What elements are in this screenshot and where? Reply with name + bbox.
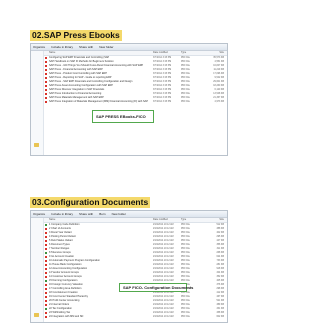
pdf-file-icon [45,303,48,307]
pdf-file-icon [45,267,48,271]
toolbar-button[interactable]: Include in library [51,44,73,50]
toolbar-button[interactable]: Burn [99,211,105,217]
pdf-file-icon [45,307,48,311]
pdf-file-icon [45,311,48,315]
pdf-file-icon [45,84,48,88]
pdf-file-icon [45,271,48,275]
pdf-file-icon [45,315,48,319]
pdf-file-icon [45,259,48,263]
column-header-0[interactable]: Name [49,51,55,55]
pdf-file-icon [45,72,48,76]
pdf-file-icon [45,275,48,279]
file-size: 4,973 KB [214,101,224,103]
column-header-1[interactable]: Date modified [153,51,168,55]
pdf-file-icon [45,64,48,68]
navigation-pane[interactable] [31,218,44,322]
config-callout: SAP FICO- Configuration Documents [119,283,193,292]
pdf-file-icon [45,287,48,291]
explorer-window-ebooks: Organize Include in library Share with New … [30,43,228,156]
toolbar-button[interactable]: Organize [33,211,45,217]
toolbar-button[interactable]: Include in library [51,211,73,217]
pdf-file-icon [45,231,48,235]
file-row[interactable]: 24 Integration with MM and SD 2/19/2014 1… [44,315,227,319]
navigation-pane[interactable] [31,51,44,155]
column-header-2[interactable]: Type [181,218,186,222]
section2-heading: 03.Configuration Documents [30,197,151,208]
pdf-file-icon [45,235,48,239]
pdf-file-icon [45,295,48,299]
pdf-file-icon [45,239,48,243]
section1-heading: 02.SAP Press Ebooks [30,30,122,41]
file-size: 602 KB [216,316,224,318]
pdf-file-icon [45,279,48,283]
pdf-file-icon [45,247,48,251]
toolbar-button[interactable]: Organize [33,44,45,50]
pdf-file-icon [45,251,48,255]
pdf-file-icon [45,92,48,96]
explorer-window-config: Organize Include in library Share with Burn… [30,210,228,323]
column-header-2[interactable]: Type [181,51,186,55]
pdf-file-icon [45,255,48,259]
pdf-file-icon [45,76,48,80]
explorer-toolbar: Organize Include in library Share with Burn… [31,211,227,218]
column-header-1[interactable]: Date modified [153,218,168,222]
pdf-file-icon [45,263,48,267]
file-name: 24 Integration with MM and SD [49,315,84,318]
pdf-file-icon [45,88,48,92]
explorer-toolbar: Organize Include in library Share with New … [31,44,227,51]
file-date: 3/7/2014 3:15 PM [153,101,172,103]
pdf-file-icon [45,283,48,287]
pdf-file-icon [45,227,48,231]
pdf-file-icon [45,80,48,84]
pdf-file-icon [45,299,48,303]
toolbar-button[interactable]: Share with [79,211,93,217]
file-row[interactable]: SAP Press Integration of Materials Manag… [44,100,227,104]
pdf-file-icon [45,56,48,60]
pdf-file-icon [45,243,48,247]
folder-icon [34,313,39,317]
pdf-file-icon [45,100,48,104]
file-type: PDF File [181,316,190,318]
file-date: 2/19/2014 10:12 AM [153,316,174,318]
file-type: PDF File [181,101,190,103]
file-name: SAP Press Integration of Materials Manag… [49,100,149,103]
toolbar-button[interactable]: New folder [112,211,126,217]
column-header-3[interactable]: Size [219,51,224,55]
column-header-0[interactable]: Name [49,218,55,222]
folder-icon [34,143,39,147]
pdf-file-icon [45,223,48,227]
pdf-file-icon [45,60,48,64]
pdf-file-icon [45,96,48,100]
pdf-file-icon [45,68,48,72]
column-header-3[interactable]: Size [219,218,224,222]
toolbar-button[interactable]: Share with [79,44,93,50]
ebooks-callout: SAP PRESS EBooks-FICO [92,110,154,123]
pdf-file-icon [45,291,48,295]
toolbar-button[interactable]: New folder [99,44,113,50]
